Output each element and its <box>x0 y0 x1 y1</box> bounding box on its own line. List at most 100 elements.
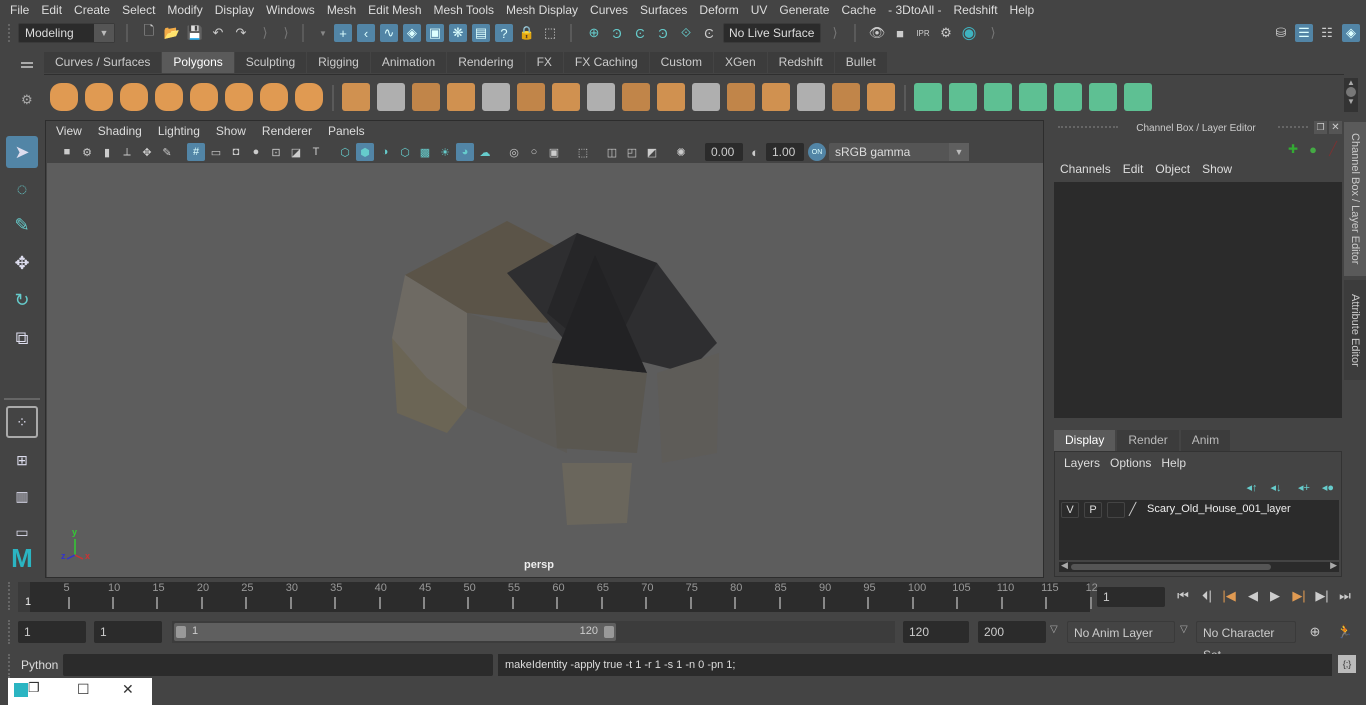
play-forwards-icon[interactable]: ▶ <box>1266 587 1284 605</box>
close-icon[interactable]: ✕ <box>1329 121 1342 134</box>
exposure-field[interactable]: 0.00 <box>705 143 743 161</box>
shelf-tab-xgen[interactable]: XGen <box>713 52 767 73</box>
poly-plane-icon[interactable] <box>190 83 218 111</box>
go-to-start-icon[interactable]: ⏮ <box>1174 587 1192 605</box>
unfold-icon[interactable] <box>1054 83 1082 111</box>
step-forward-key-icon[interactable]: ▶| <box>1290 587 1308 605</box>
gamma-field[interactable]: 1.00 <box>766 143 804 161</box>
start-frame-field[interactable]: 1 <box>18 621 86 643</box>
gear-icon[interactable]: ⚙ <box>21 92 33 108</box>
boolean-icon[interactable] <box>867 83 895 111</box>
rotate-tool-icon[interactable]: ↻ <box>6 284 38 316</box>
xray-active-icon[interactable]: ◰ <box>623 143 641 161</box>
viewport-menu-renderer[interactable]: Renderer <box>254 124 320 138</box>
render-view-icon[interactable]: 👁 <box>868 24 886 42</box>
command-input[interactable] <box>63 654 493 676</box>
side-tab-channel-box[interactable]: Channel Box / Layer Editor <box>1344 122 1366 276</box>
shelf-scroll[interactable]: ▲ ▼ <box>1344 78 1358 112</box>
character-set-field[interactable]: No Character Set <box>1196 621 1296 662</box>
select-handle-icon[interactable]: ◈ <box>403 24 421 42</box>
depth-of-field-icon[interactable]: ▣ <box>545 143 563 161</box>
viewport-menu-show[interactable]: Show <box>208 124 254 138</box>
shelf-tab-fx-caching[interactable]: FX Caching <box>563 52 649 73</box>
redo-icon[interactable]: ↷ <box>232 24 250 42</box>
make-live-icon[interactable] <box>832 83 860 111</box>
center-pivot-icon[interactable] <box>727 83 755 111</box>
workspace-menu-dropdown[interactable]: Modeling ▼ <box>18 23 115 43</box>
viewport-menu-shading[interactable]: Shading <box>90 124 150 138</box>
poly-cone-icon[interactable] <box>155 83 183 111</box>
lock-icon[interactable]: 🔒 <box>518 24 536 42</box>
safe-title-icon[interactable]: T <box>307 143 325 161</box>
shelf-tab-animation[interactable]: Animation <box>370 52 447 73</box>
layer-color-swatch-icon[interactable]: ╱ <box>1129 502 1136 516</box>
step-back-frame-icon[interactable]: ⏴| <box>1198 587 1216 605</box>
layer-menu-options[interactable]: Options <box>1105 456 1156 470</box>
playback-start-field[interactable]: 1 <box>94 621 162 643</box>
scroll-right-icon[interactable]: ▶ <box>1330 560 1337 571</box>
select-tool-icon[interactable]: ➤ <box>6 136 38 168</box>
2d-pan-zoom-icon[interactable]: ✥ <box>138 143 156 161</box>
modeling-toolkit-icon[interactable]: ⛁ <box>1272 24 1290 42</box>
menu-mesh-display[interactable]: Mesh Display <box>500 3 584 17</box>
render-current-icon[interactable]: ■ <box>891 24 909 42</box>
scroll-left-icon[interactable]: ◀ <box>1061 560 1068 571</box>
time-slider[interactable]: 1 5 10 15 20 25 30 35 40 45 50 55 60 65 70 75 80 85 90 95 1… <box>18 582 1098 612</box>
move-layer-down-icon[interactable]: ◂↓ <box>1267 478 1285 496</box>
close-icon[interactable]: ✕ <box>122 681 134 698</box>
animation-preferences-icon[interactable]: 🏃 <box>1336 623 1354 641</box>
shelf-tab-fx[interactable]: FX <box>525 52 563 73</box>
open-scene-icon[interactable]: 📂 <box>163 24 181 42</box>
play-backwards-icon[interactable]: ◀ <box>1244 587 1262 605</box>
resolution-gate-icon[interactable]: ◘ <box>227 143 245 161</box>
shadows-icon[interactable]: ◕ <box>456 143 474 161</box>
select-by-object-icon[interactable]: ‹ <box>357 24 375 42</box>
save-scene-icon[interactable]: 💾 <box>186 24 204 42</box>
multi-cut-icon[interactable] <box>552 83 580 111</box>
shelf-tab-sculpting[interactable]: Sculpting <box>234 52 307 73</box>
scroll-up-icon[interactable]: ▲ <box>1344 78 1358 87</box>
snap-curve-icon[interactable]: Ͽ <box>608 24 626 42</box>
range-start-handle[interactable] <box>176 626 186 638</box>
smooth-shade-icon[interactable]: ⬢ <box>356 143 374 161</box>
image-plane-icon[interactable]: ⟂ <box>118 143 136 161</box>
gamma-icon[interactable]: ◐ <box>746 143 764 161</box>
select-by-component-icon[interactable]: ∿ <box>380 24 398 42</box>
menu-redshift[interactable]: Redshift <box>948 3 1004 17</box>
3d-viewport[interactable]: y z x persp <box>47 163 1043 577</box>
pin-icon[interactable]: ╱ <box>1324 140 1342 158</box>
grease-pencil-icon[interactable]: ✎ <box>158 143 176 161</box>
ipr-render-icon[interactable]: IPR <box>914 24 932 42</box>
collapse-arrow-icon[interactable]: ⟩ <box>984 24 1002 42</box>
menu-curves[interactable]: Curves <box>584 3 634 17</box>
channel-box-menu-object[interactable]: Object <box>1149 162 1196 176</box>
textured-icon[interactable]: ▩ <box>416 143 434 161</box>
scene-model[interactable] <box>47 163 1043 577</box>
outliner-persp-layout-icon[interactable]: ▥ <box>6 480 38 512</box>
bridge-icon[interactable] <box>587 83 615 111</box>
move-tool-icon[interactable]: ✥ <box>6 247 38 279</box>
collapse-arrow-icon[interactable]: ⟩ <box>277 24 295 42</box>
shelf-menu-icon[interactable] <box>21 62 33 64</box>
grid-icon[interactable]: # <box>187 143 205 161</box>
wireframe-icon[interactable]: ⬡ <box>336 143 354 161</box>
layer-display-type-toggle[interactable] <box>1107 502 1125 518</box>
camera-select-icon[interactable]: ■ <box>58 143 76 161</box>
layer-name[interactable]: Scary_Old_House_001_layer <box>1147 503 1291 515</box>
anti-aliasing-icon[interactable]: ○ <box>525 143 543 161</box>
layer-visibility-toggle[interactable]: V <box>1061 502 1079 518</box>
playback-end-field[interactable]: 120 <box>903 621 969 643</box>
safe-action-icon[interactable]: ◪ <box>287 143 305 161</box>
layer-row[interactable]: V P ╱ Scary_Old_House_001_layer <box>1059 502 1339 518</box>
maximize-icon[interactable]: ☐ <box>77 681 90 698</box>
shelf-tab-curves-surfaces[interactable]: Curves / Surfaces <box>44 52 162 73</box>
channel-box-menu-channels[interactable]: Channels <box>1054 162 1117 176</box>
menu-3dtoall[interactable]: - 3DtoAll - <box>882 3 947 17</box>
range-slider-bar[interactable]: 1 120 <box>174 623 616 641</box>
undo-icon[interactable]: ↶ <box>209 24 227 42</box>
lasso-select-icon[interactable]: ◌ <box>6 173 38 205</box>
delete-history-icon[interactable] <box>797 83 825 111</box>
motion-blur-icon[interactable]: ◎ <box>505 143 523 161</box>
automatic-map-icon[interactable] <box>1019 83 1047 111</box>
character-set-dropdown-icon[interactable]: ▽ <box>1180 624 1188 635</box>
